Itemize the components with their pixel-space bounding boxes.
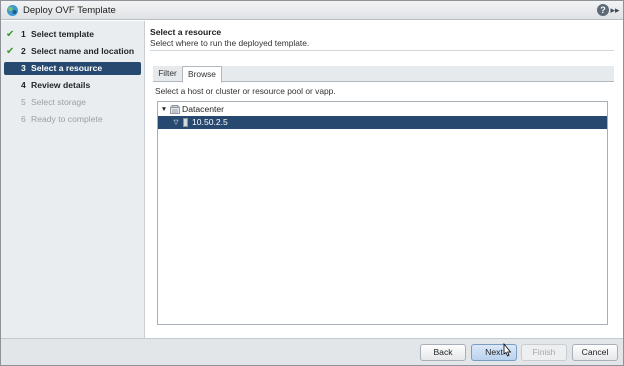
deploy-ovf-dialog: Deploy OVF Template ? ▸▸ ✔ 1 Select temp… — [0, 0, 624, 366]
step-select-template[interactable]: ✔ 1 Select template — [4, 28, 141, 41]
step-number: 4 — [21, 80, 26, 90]
divider — [150, 50, 614, 51]
step-label: Review details — [31, 80, 91, 90]
help-icon[interactable]: ? — [597, 4, 609, 16]
step-label: Select storage — [31, 97, 86, 107]
back-button[interactable]: Back — [420, 344, 466, 361]
host-server-icon — [183, 118, 188, 127]
step-review-details[interactable]: 4 Review details — [4, 79, 141, 92]
datacenter-icon — [170, 105, 180, 114]
expand-icon[interactable]: ▸▸ — [610, 4, 620, 16]
page-title: Select a resource — [150, 27, 222, 37]
tab-bar: Filter Browse — [153, 66, 614, 83]
wizard-steps-nav: ✔ 1 Select template ✔ 2 Select name and … — [1, 21, 145, 338]
tree-item-label: Datacenter — [182, 104, 225, 114]
mouse-pointer-icon — [503, 343, 512, 357]
tab-browse[interactable]: Browse — [182, 66, 222, 83]
resource-tree[interactable]: ▼ Datacenter ▽ 10.50.2.5 — [157, 101, 608, 325]
collapse-arrow-icon[interactable]: ▼ — [160, 103, 168, 116]
step-label: Select name and location — [31, 46, 135, 56]
step-number: 3 — [21, 63, 26, 73]
window-title: Deploy OVF Template — [23, 5, 116, 16]
instruction-text: Select a host or cluster or resource poo… — [155, 86, 336, 96]
step-number: 5 — [21, 97, 26, 107]
footer-button-bar: Back Next Finish Cancel — [1, 338, 623, 365]
step-label: Select template — [31, 29, 95, 39]
step-number: 6 — [21, 114, 26, 124]
tree-item-datacenter[interactable]: ▼ Datacenter — [158, 103, 607, 116]
checkmark-icon: ✔ — [6, 29, 15, 40]
step-label: Select a resource — [31, 63, 103, 73]
tree-item-host[interactable]: ▽ 10.50.2.5 — [158, 116, 607, 129]
step-select-storage: 5 Select storage — [4, 96, 141, 109]
title-bar: Deploy OVF Template ? ▸▸ — [1, 1, 623, 20]
main-panel: Select a resource Select where to run th… — [146, 21, 623, 338]
step-select-name-location[interactable]: ✔ 2 Select name and location — [4, 45, 141, 58]
checkmark-icon: ✔ — [6, 46, 15, 57]
step-ready-to-complete: 6 Ready to complete — [4, 113, 141, 126]
tab-filter[interactable]: Filter — [156, 66, 179, 82]
vsphere-app-icon — [7, 5, 18, 16]
step-select-resource[interactable]: 3 Select a resource — [4, 62, 141, 75]
cancel-button[interactable]: Cancel — [572, 344, 618, 361]
step-number: 1 — [21, 29, 26, 39]
tree-item-label: 10.50.2.5 — [192, 117, 228, 127]
expand-arrow-icon[interactable]: ▽ — [172, 116, 180, 129]
step-number: 2 — [21, 46, 26, 56]
step-label: Ready to complete — [31, 114, 103, 124]
finish-button: Finish — [521, 344, 567, 361]
page-subtitle: Select where to run the deployed templat… — [150, 38, 310, 48]
